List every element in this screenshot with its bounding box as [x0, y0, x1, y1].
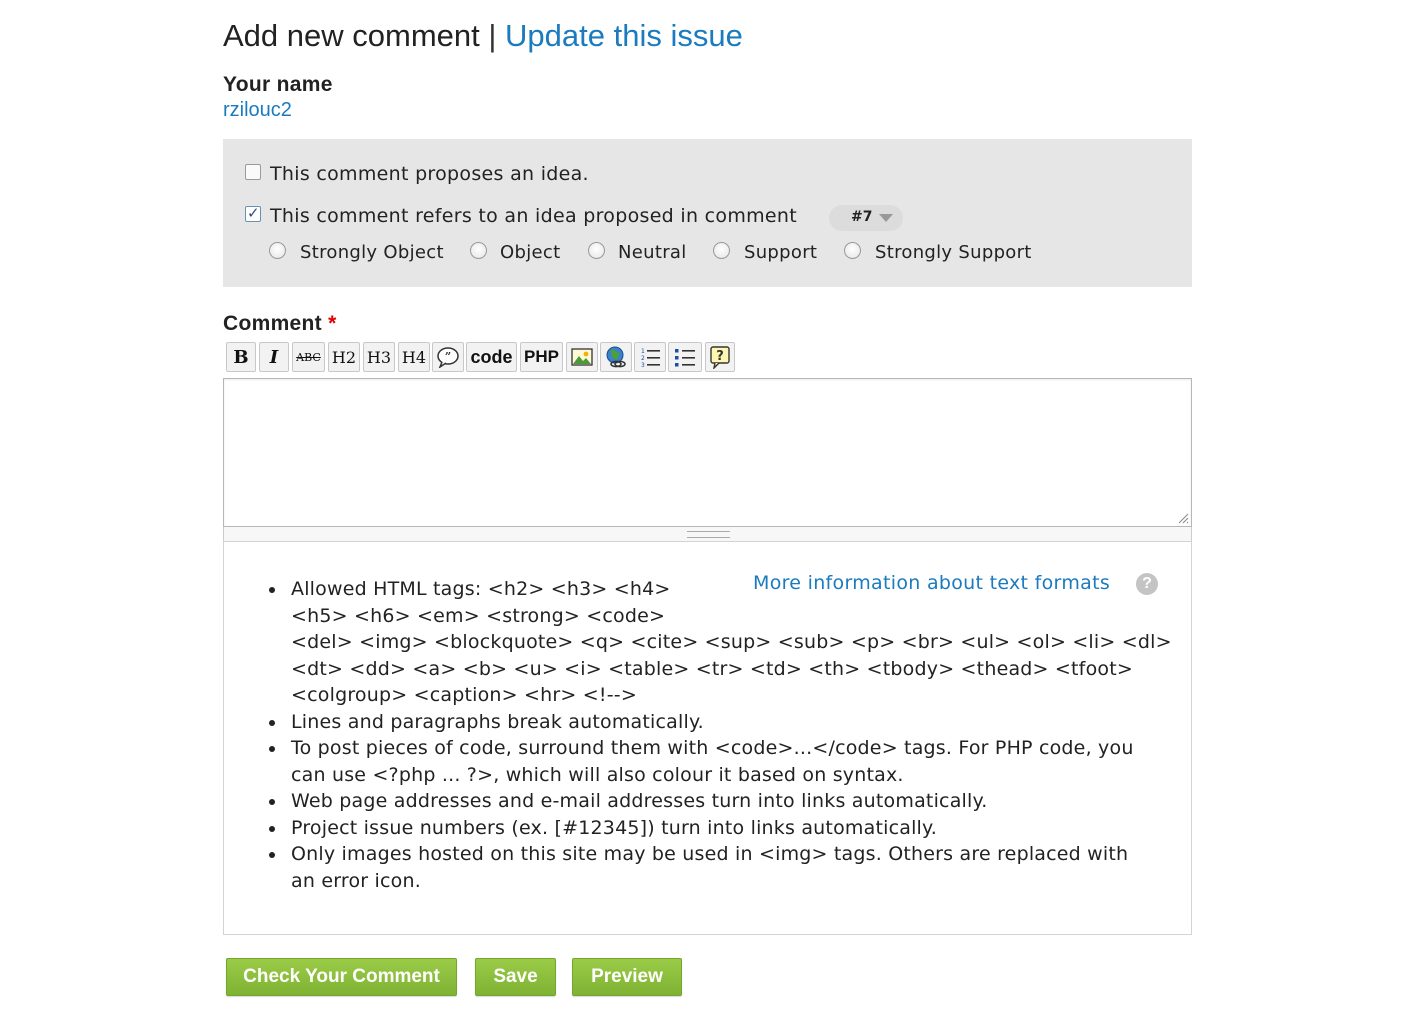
radio-object[interactable]: [470, 242, 487, 259]
save-button[interactable]: Save: [475, 958, 556, 996]
format-tip-line: Only images hosted on this site may be u…: [291, 843, 1129, 865]
format-tip-line: an error icon.: [291, 869, 421, 892]
format-tip-line: Lines and paragraphs break automatically…: [291, 710, 704, 733]
php-button[interactable]: PHP: [520, 342, 563, 372]
format-tip-line: can use <?php ... ?>, which will also co…: [291, 763, 904, 786]
format-tip-item: Lines and paragraphs break automatically…: [269, 709, 1172, 736]
h2-icon: H2: [331, 347, 357, 367]
unordered-list-button[interactable]: [668, 342, 702, 372]
format-tip-line: <h5> <h6> <em> <strong> <code>: [291, 604, 666, 627]
bold-icon: B: [233, 346, 249, 368]
quote-bubble-icon: ”: [437, 347, 459, 368]
chevron-down-icon: [879, 214, 893, 222]
radio-label-neutral: Neutral: [618, 242, 687, 263]
image-button[interactable]: [566, 342, 598, 372]
svg-text:”: ”: [445, 350, 451, 363]
proposes-idea-label: This comment proposes an idea.: [270, 163, 589, 185]
username-link[interactable]: rzilouc2: [223, 99, 292, 122]
radio-strongly-support[interactable]: [844, 242, 861, 259]
question-mark-icon[interactable]: ?: [1136, 573, 1158, 595]
italic-button[interactable]: I: [259, 342, 289, 372]
radio-neutral[interactable]: [588, 242, 605, 259]
ordered-list-button[interactable]: 123: [634, 342, 666, 372]
more-info-link[interactable]: More information about text formats: [753, 572, 1110, 594]
code-icon: code: [470, 346, 513, 367]
help-button[interactable]: ?: [705, 342, 735, 372]
format-tip-line: Web page addresses and e-mail addresses …: [291, 790, 988, 812]
format-tips-list: Allowed HTML tags: <h2> <h3> <h4> <h5> <h…: [269, 576, 1172, 894]
svg-text:3: 3: [641, 362, 645, 368]
php-icon: PHP: [524, 347, 559, 366]
refers-idea-label: This comment refers to an idea proposed …: [270, 205, 798, 227]
radio-label-object: Object: [500, 242, 561, 263]
page-title: Add new comment: [223, 18, 480, 53]
format-tip-line: <del> <img> <blockquote> <q> <cite> <sup…: [291, 631, 1172, 653]
check-comment-button[interactable]: Check Your Comment: [226, 958, 457, 996]
format-tip-item: To post pieces of code, surround them wi…: [269, 735, 1172, 788]
comment-textarea[interactable]: [223, 378, 1192, 527]
svg-text:1: 1: [641, 348, 645, 355]
svg-text:?: ?: [716, 349, 724, 364]
grip-handle-icon: [687, 531, 730, 538]
text-format-panel: Allowed HTML tags: <h2> <h3> <h4> <h5> <h…: [223, 541, 1192, 935]
format-tip-line: To post pieces of code, surround them wi…: [291, 737, 1134, 759]
strikethrough-icon: ABC: [296, 350, 321, 364]
comment-label: Comment *: [223, 312, 337, 336]
radio-label-strongly-object: Strongly Object: [300, 242, 444, 263]
radio-label-support: Support: [744, 242, 818, 263]
unordered-list-icon: [675, 349, 695, 367]
comment-number-select[interactable]: #7: [829, 205, 903, 231]
preview-button[interactable]: Preview: [572, 958, 682, 996]
proposes-idea-checkbox[interactable]: [245, 164, 261, 180]
format-tip-line: <colgroup> <caption> <hr> <!-->: [291, 684, 637, 706]
your-name-label: Your name: [223, 73, 333, 96]
format-tip-line: Project issue numbers (ex. [#12345]) tur…: [291, 816, 938, 839]
image-icon: [571, 348, 593, 366]
textarea-grippie[interactable]: [223, 527, 1192, 541]
resize-corner-icon[interactable]: [1177, 512, 1189, 524]
h3-button[interactable]: H3: [363, 342, 395, 372]
ordered-list-icon: 123: [641, 348, 660, 368]
h4-icon: H4: [401, 347, 427, 367]
comment-number-value: #7: [851, 209, 873, 225]
radio-strongly-object[interactable]: [269, 242, 286, 259]
comment-label-text: Comment: [223, 312, 322, 335]
format-tip-item: Project issue numbers (ex. [#12345]) tur…: [269, 815, 1172, 842]
bold-button[interactable]: B: [226, 342, 256, 372]
strikethrough-button[interactable]: ABC: [292, 342, 325, 372]
required-marker: *: [328, 312, 337, 335]
italic-icon: I: [269, 346, 279, 368]
radio-support[interactable]: [713, 242, 730, 259]
globe-link-icon: [606, 346, 626, 368]
h4-button[interactable]: H4: [398, 342, 430, 372]
format-tip-item: Only images hosted on this site may be u…: [269, 841, 1172, 894]
help-bubble-icon: ?: [710, 346, 730, 369]
h3-icon: H3: [366, 347, 392, 367]
svg-text:2: 2: [641, 355, 645, 362]
blockquote-button[interactable]: ”: [432, 342, 464, 372]
update-issue-link[interactable]: Update this issue: [505, 18, 743, 53]
link-button[interactable]: [600, 342, 632, 372]
heading-separator: |: [488, 18, 497, 53]
refers-idea-checkbox[interactable]: [245, 204, 261, 222]
page-heading: Add new comment | Update this issue: [223, 18, 743, 54]
h2-button[interactable]: H2: [328, 342, 360, 372]
format-tip-item: Allowed HTML tags: <h2> <h3> <h4> <h5> <h…: [269, 576, 1172, 709]
radio-label-strongly-support: Strongly Support: [875, 242, 1032, 263]
format-tip-item: Web page addresses and e-mail addresses …: [269, 788, 1172, 815]
code-button[interactable]: code: [466, 342, 517, 372]
format-tip-line: <dt> <dd> <a> <b> <u> <i> <table> <tr> <…: [291, 657, 1133, 680]
